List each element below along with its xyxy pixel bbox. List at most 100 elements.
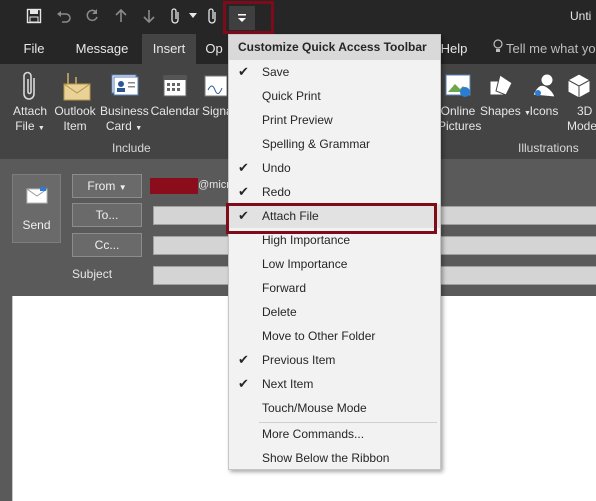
shapes-button[interactable]: Shapes ▼ [480,68,531,140]
menu-item-more-commands[interactable]: More Commands... [229,422,440,446]
tell-me-box[interactable]: Tell me what yo [492,34,596,64]
tell-me-text: Tell me what yo [506,41,596,56]
attach-file-label-1: Attach [12,104,48,118]
title-bar: Unti [0,0,596,34]
signature-icon [202,68,228,104]
check-icon: ✔ [238,352,249,367]
customize-qat-menu: Customize Quick Access Toolbar ✔ Save Qui… [228,34,441,470]
calendar-icon [150,68,200,104]
attach-file-label-2: File [15,119,35,133]
attach-file-icon[interactable] [202,6,222,26]
online-pictures-button[interactable]: Online Pictures [438,68,482,140]
menu-item-redo[interactable]: ✔ Redo [229,180,440,204]
menu-item-quick-print[interactable]: Quick Print [229,84,440,108]
check-icon: ✔ [238,184,249,199]
attach-file-button[interactable]: Attach File ▼ [10,68,50,140]
menu-item-label: Print Preview [262,113,333,127]
menu-item-label: Undo [262,161,291,175]
online-pictures-label-1: Online [440,104,476,118]
redo-icon[interactable] [82,6,102,26]
tab-help[interactable]: Help [440,34,468,64]
save-icon[interactable] [24,6,44,26]
menu-item-previous-item[interactable]: ✔ Previous Item [229,348,440,372]
previous-item-icon[interactable] [111,6,131,26]
check-icon: ✔ [238,64,249,79]
menu-item-label: Low Importance [262,257,348,271]
icons-label: Icons [529,104,559,118]
online-pictures-label-2: Pictures [438,119,482,133]
from-label: From [87,179,116,193]
outlook-item-button[interactable]: Outlook Item [52,68,98,140]
menu-item-label: Previous Item [262,353,336,367]
outlook-item-label-2: Item [63,119,87,133]
check-icon: ✔ [238,376,249,391]
tab-message[interactable]: Message [68,34,136,64]
cube-icon [565,68,596,104]
menu-item-spelling-grammar[interactable]: Spelling & Grammar [229,132,440,156]
undo-icon[interactable] [54,6,74,26]
next-item-icon[interactable] [139,6,159,26]
chevron-down-icon: ▼ [135,125,143,132]
send-button[interactable]: Send [12,174,61,243]
online-pictures-icon [438,68,478,104]
from-address: @micr [198,179,230,191]
tab-options[interactable]: Op [200,34,228,64]
menu-item-save[interactable]: ✔ Save [229,60,440,84]
menu-item-touch-mouse-mode[interactable]: Touch/Mouse Mode [229,396,440,420]
lightbulb-icon [492,34,506,64]
tab-insert[interactable]: Insert [142,34,196,64]
business-card-label-1: Business [100,104,149,118]
business-card-label-2: Card [105,119,132,133]
3d-models-label-1: 3D [577,104,593,118]
menu-item-label: Save [262,65,290,79]
check-icon: ✔ [238,160,249,175]
outlook-item-label-1: Outlook [54,104,96,118]
subject-label: Subject [72,267,113,281]
attach-dropdown-icon[interactable] [183,6,203,26]
icons-icon [525,68,563,104]
menu-item-delete[interactable]: Delete [229,300,440,324]
calendar-label: Calendar [150,104,200,118]
menu-item-show-below-ribbon[interactable]: Show Below the Ribbon [229,446,440,470]
chevron-down-icon: ▼ [37,125,45,132]
menu-item-forward[interactable]: Forward [229,276,440,300]
cc-button[interactable]: Cc... [72,233,142,257]
menu-item-next-item[interactable]: ✔ Next Item [229,372,440,396]
menu-item-label: Redo [262,185,291,199]
menu-item-low-importance[interactable]: Low Importance [229,252,440,276]
menu-item-label: Spelling & Grammar [262,137,371,151]
3d-models-label-2: Mode [567,119,596,133]
qat-highlight-box [223,1,274,34]
left-margin [0,296,12,501]
menu-item-undo[interactable]: ✔ Undo [229,156,440,180]
shapes-label: Shapes [480,104,521,118]
send-icon [13,185,60,210]
menu-item-label: More Commands... [262,427,365,441]
attach-file-icon[interactable] [165,6,185,26]
from-button[interactable]: From ▼ [72,174,142,198]
chevron-down-icon: ▼ [118,183,127,192]
signature-button[interactable]: Signa [202,68,228,140]
calendar-button[interactable]: Calendar [150,68,200,140]
menu-item-move-to-folder[interactable]: Move to Other Folder [229,324,440,348]
business-card-button[interactable]: Business Card ▼ [100,68,149,140]
paperclip-icon [10,68,50,104]
icons-button[interactable]: Icons [525,68,563,140]
menu-item-label: Delete [262,305,297,319]
3d-models-button[interactable]: 3D Mode [565,68,596,140]
to-button[interactable]: To... [72,203,142,227]
send-label: Send [22,218,51,232]
signature-label: Signa [202,104,228,118]
menu-item-label: Forward [262,281,307,295]
menu-item-label: Quick Print [262,89,321,103]
menu-item-print-preview[interactable]: Print Preview [229,108,440,132]
menu-header: Customize Quick Access Toolbar [229,35,440,60]
shapes-icon [480,68,522,104]
business-card-icon [100,68,148,104]
illustrations-group-label: Illustrations [518,141,579,155]
menu-item-label: Next Item [262,377,314,391]
envelope-icon [52,68,98,104]
tab-file[interactable]: File [14,34,54,64]
menu-item-label: Move to Other Folder [262,329,376,343]
menu-item-label: Touch/Mouse Mode [262,401,367,415]
